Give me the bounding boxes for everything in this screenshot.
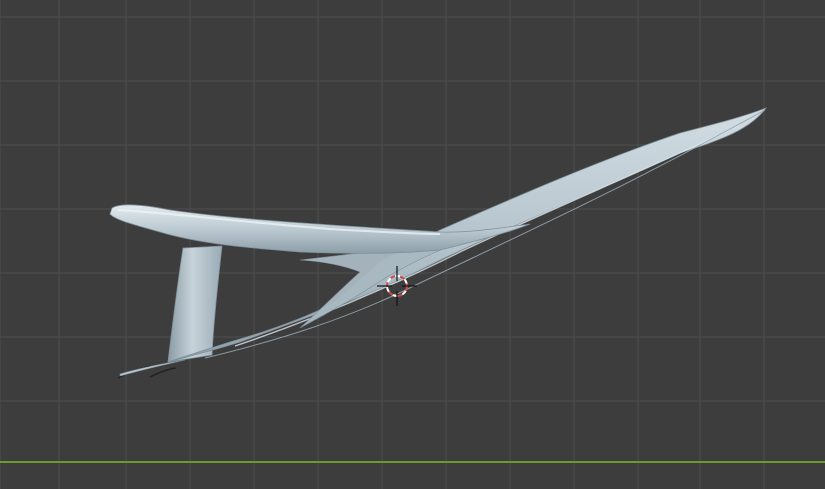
3d-viewport[interactable]: [0, 0, 825, 489]
mesh-handle-post: [167, 245, 223, 363]
mesh-tip-spike-2: [149, 367, 177, 378]
viewport-canvas[interactable]: [0, 0, 825, 489]
